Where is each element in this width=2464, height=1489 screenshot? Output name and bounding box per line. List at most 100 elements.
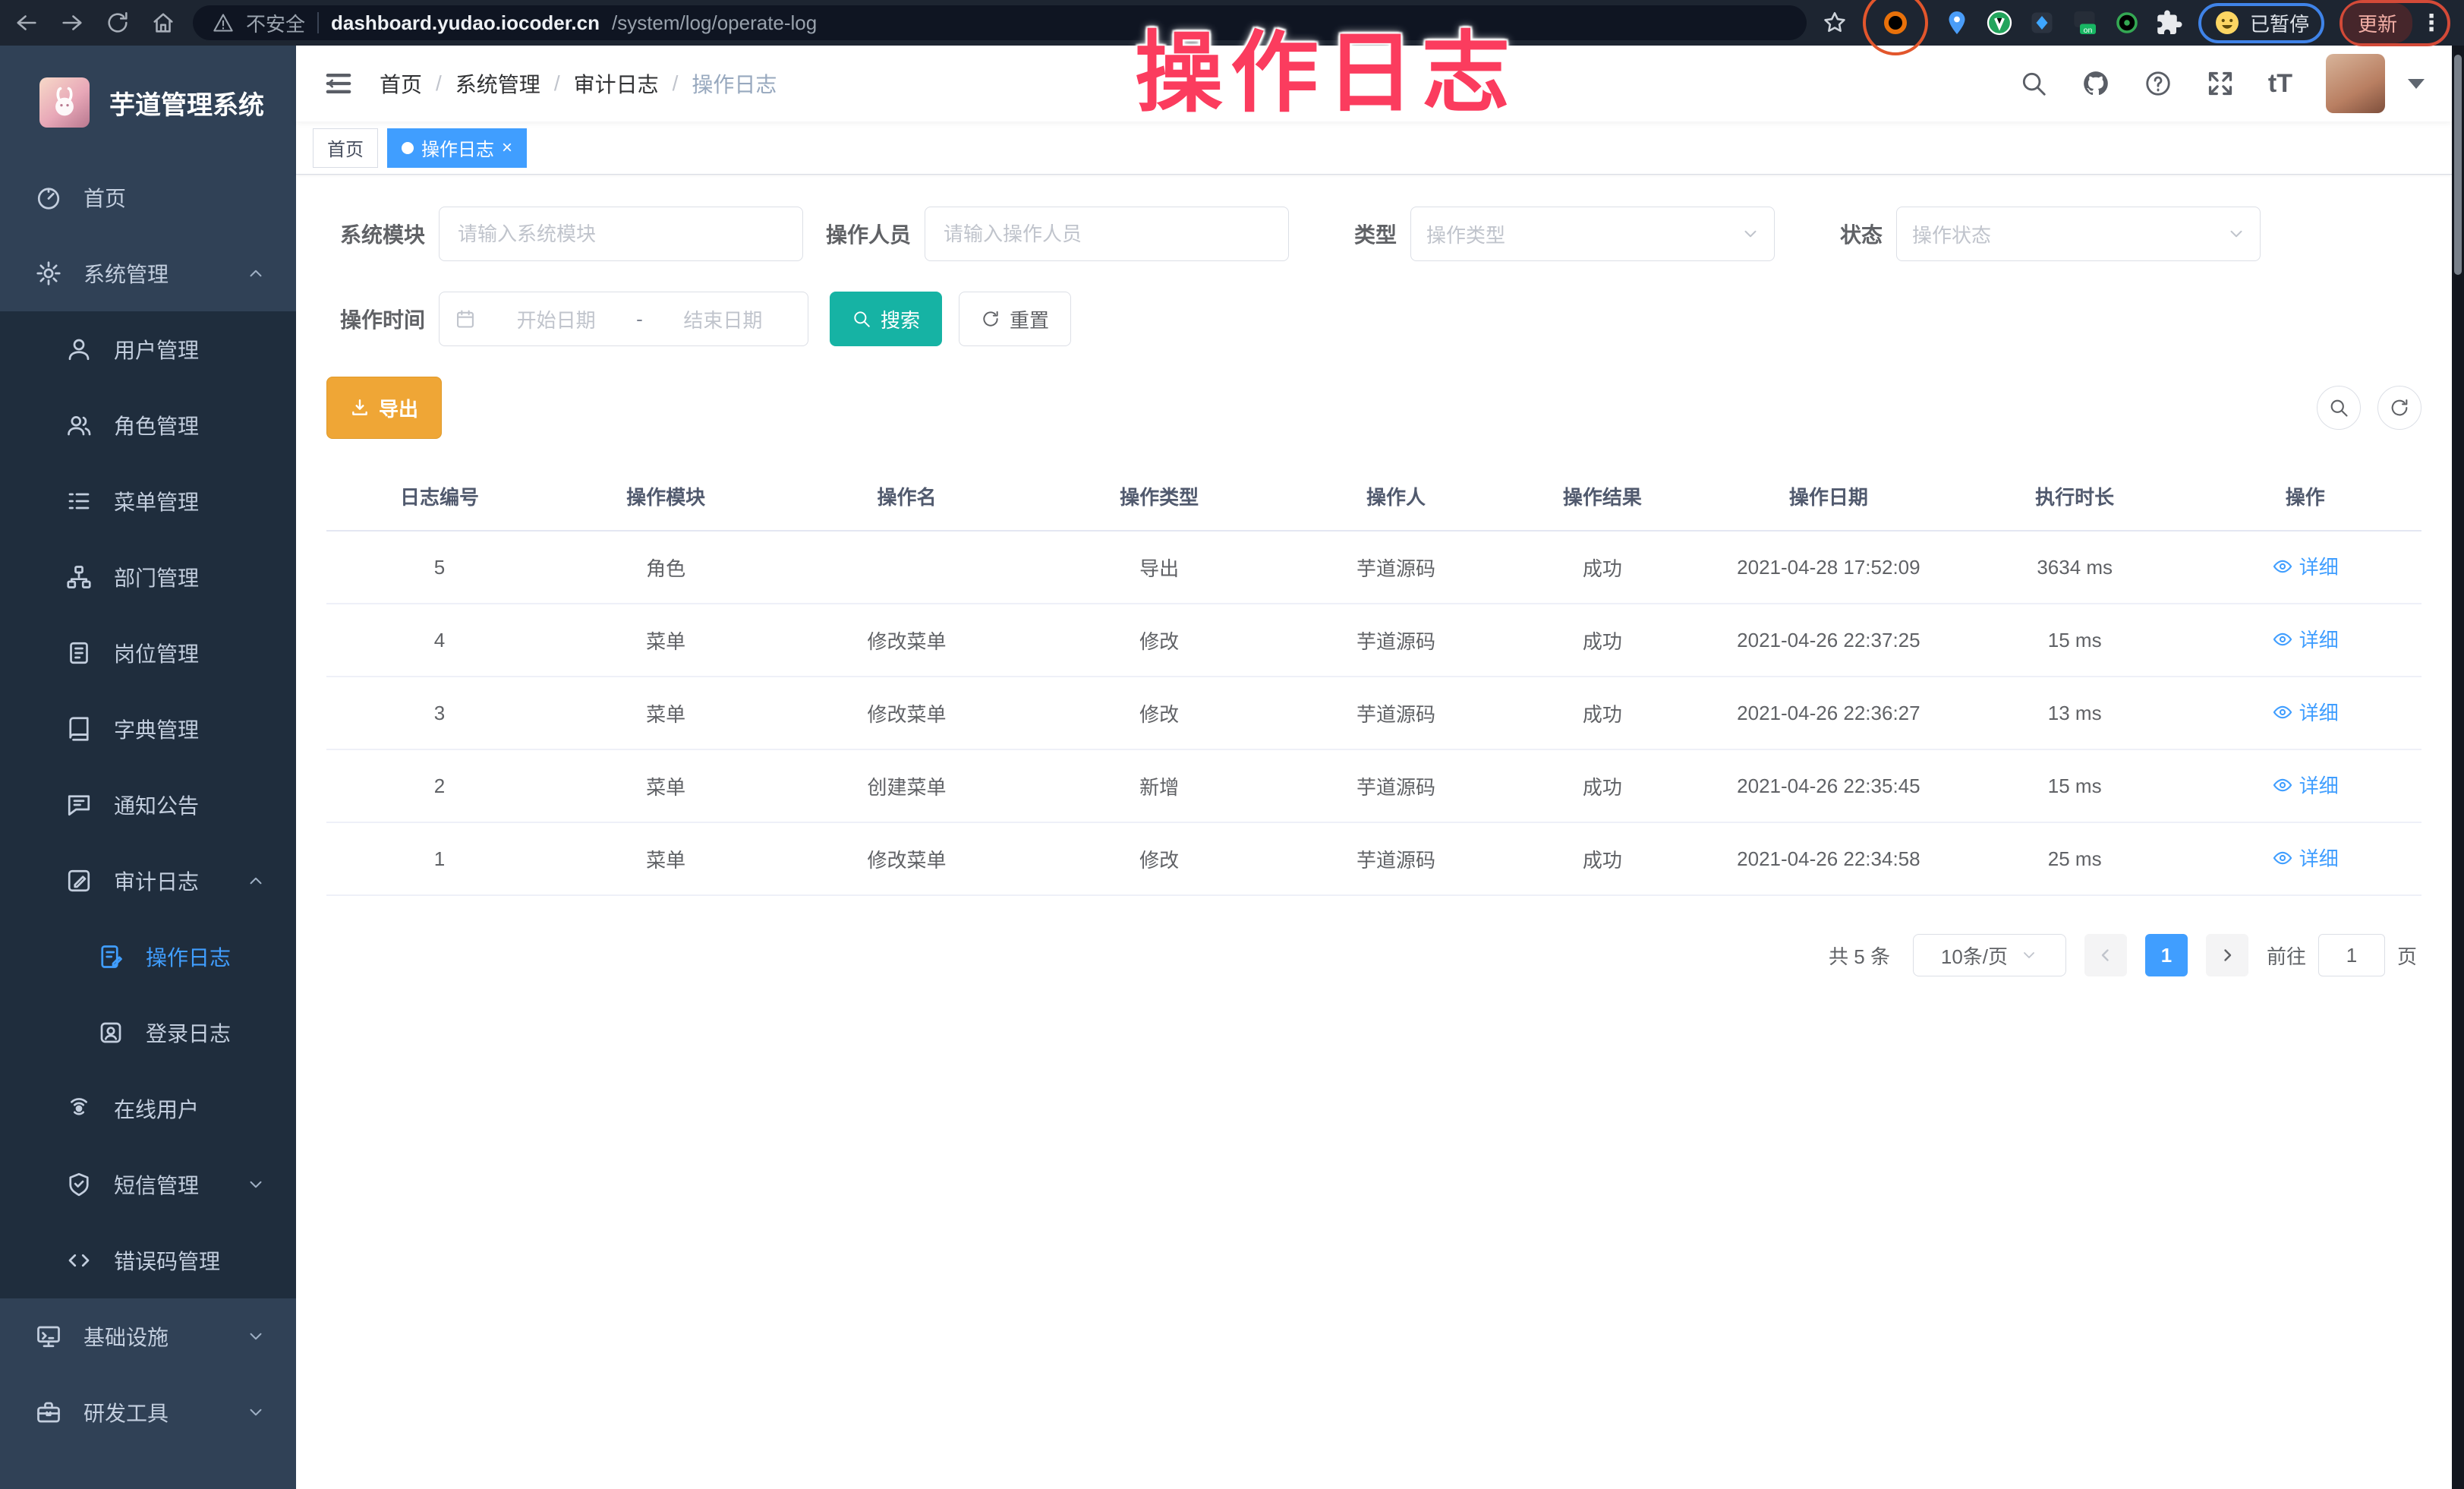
annotation-circle-profile: 已暂停 [2198,3,2324,43]
tab-home[interactable]: 首页 [313,128,378,168]
sidebar-item-users[interactable]: 用户管理 [0,311,296,387]
tags-view-bar: 首页 操作日志 × [296,121,2452,175]
green-dot-extension-icon[interactable] [2113,9,2141,36]
goto-page-input[interactable] [2318,934,2385,976]
detail-link[interactable]: 详细 [2272,552,2339,580]
dashboard-icon [35,184,62,211]
security-label: 不安全 [246,9,305,37]
chevron-up-icon [246,871,266,891]
reload-icon[interactable] [105,10,131,36]
table-header-row: 日志编号 操作模块 操作名 操作类型 操作人 操作结果 操作日期 执行时长 操作 [326,462,2421,532]
sidebar-item-login-log[interactable]: 登录日志 [0,995,296,1071]
login-log-icon [97,1019,124,1046]
sidebar-item-infrastructure[interactable]: 基础设施 [0,1298,296,1374]
current-page-button[interactable]: 1 [2145,934,2188,976]
shield-check-icon [65,1171,93,1198]
sidebar-item-online-users[interactable]: 在线用户 [0,1071,296,1147]
refresh-icon [2389,397,2410,418]
back-icon[interactable] [14,10,39,36]
sidebar-item-notices[interactable]: 通知公告 [0,767,296,843]
role-users-icon [65,412,93,439]
sidebar-item-roles[interactable]: 角色管理 [0,387,296,463]
fullscreen-icon[interactable] [2206,69,2235,98]
time-label: 操作时间 [326,304,439,334]
on-badge-extension-icon[interactable]: on [2071,9,2098,36]
sidebar-item-dev-tools[interactable]: 研发工具 [0,1374,296,1450]
chevron-down-icon [246,1327,266,1346]
detail-link[interactable]: 详细 [2272,625,2339,653]
tab-operate-log[interactable]: 操作日志 × [387,128,527,168]
filter-row-2: 操作时间 开始日期 - 结束日期 搜索 重置 [326,292,2421,346]
breadcrumb-system[interactable]: 系统管理 [455,68,540,99]
operator-input[interactable] [944,222,1270,246]
page-scrollbar[interactable] [2452,46,2464,1489]
export-button[interactable]: 导出 [326,377,442,439]
goto-label: 前往 [2267,942,2306,970]
breadcrumb-home[interactable]: 首页 [380,68,422,99]
prev-page-button[interactable] [2084,934,2127,976]
sidebar-item-error-codes[interactable]: 错误码管理 [0,1222,296,1298]
search-icon [852,309,871,329]
search-button[interactable]: 搜索 [830,292,942,346]
type-label: 类型 [1298,219,1410,249]
breadcrumb-audit-log[interactable]: 审计日志 [574,68,659,99]
module-input[interactable] [458,222,784,246]
update-button[interactable]: 更新 [2343,3,2412,43]
page-unit-label: 页 [2397,942,2417,970]
sidebar-item-posts[interactable]: 岗位管理 [0,615,296,691]
help-icon[interactable] [2144,69,2173,98]
detail-link[interactable]: 详细 [2272,844,2339,872]
profile-chip[interactable]: 已暂停 [2201,6,2321,40]
module-label: 系统模块 [326,219,439,249]
avatar-caret-icon[interactable] [2408,79,2425,89]
sidebar-item-system[interactable]: 系统管理 [0,235,296,311]
main-area: 首页 / 系统管理 / 审计日志 / 操作日志 tT 首页 操作日志 × [296,46,2452,1489]
sidebar-item-menus[interactable]: 菜单管理 [0,463,296,539]
puzzle-extensions-icon[interactable] [2156,9,2183,36]
operate-log-icon [97,943,124,970]
header-search-icon[interactable] [2019,69,2048,98]
green-v-extension-icon[interactable] [1986,9,2013,36]
github-icon[interactable] [2081,69,2110,98]
status-select[interactable]: 操作状态 [1896,207,2261,261]
sidebar-item-dictionary[interactable]: 字典管理 [0,691,296,767]
bookmark-star-icon[interactable] [1822,10,1848,36]
sidebar-item-sms[interactable]: 短信管理 [0,1147,296,1222]
view-eye-icon [2272,629,2293,650]
view-eye-icon [2272,774,2293,796]
hamburger-icon[interactable] [323,68,354,99]
refresh-table-button[interactable] [2377,386,2421,430]
detail-link[interactable]: 详细 [2272,771,2339,799]
home-icon[interactable] [150,10,176,36]
scrollbar-thumb[interactable] [2454,55,2462,275]
tab-close-icon[interactable]: × [502,139,512,157]
font-size-icon[interactable]: tT [2268,69,2292,99]
diamond-extension-icon[interactable] [2028,9,2056,36]
svg-text:on: on [2084,26,2093,35]
reset-button[interactable]: 重置 [959,292,1071,346]
next-page-button[interactable] [2206,934,2248,976]
detail-link[interactable]: 详细 [2272,698,2339,726]
pin-extension-icon[interactable] [1943,9,1971,36]
extension-icon-orange[interactable] [1882,9,1909,36]
address-bar[interactable]: 不安全 dashboard.yudao.iocoder.cn /system/l… [193,5,1807,40]
page-size-select[interactable]: 10条/页 [1913,934,2066,976]
filter-row-1: 系统模块 操作人员 类型 操作类型 状态 [326,207,2421,261]
sidebar-item-departments[interactable]: 部门管理 [0,539,296,615]
app-logo-row[interactable]: 芋道管理系统 [0,46,296,159]
user-avatar[interactable] [2326,54,2385,113]
sidebar-item-audit-log[interactable]: 审计日志 [0,843,296,919]
browser-menu-icon[interactable]: ⋮ [2412,10,2447,36]
view-eye-icon [2272,556,2293,577]
annotation-page-title: 操作日志 [1135,2,1517,129]
forward-icon[interactable] [59,10,85,36]
show-search-button[interactable] [2317,386,2361,430]
sidebar-item-operate-log[interactable]: 操作日志 [0,919,296,995]
gear-icon [35,260,62,287]
status-label: 状态 [1784,219,1896,249]
date-range-picker[interactable]: 开始日期 - 结束日期 [439,292,808,346]
sidebar-item-home[interactable]: 首页 [0,159,296,235]
search-icon [2328,397,2349,418]
operator-label: 操作人员 [812,219,925,249]
type-select[interactable]: 操作类型 [1410,207,1775,261]
